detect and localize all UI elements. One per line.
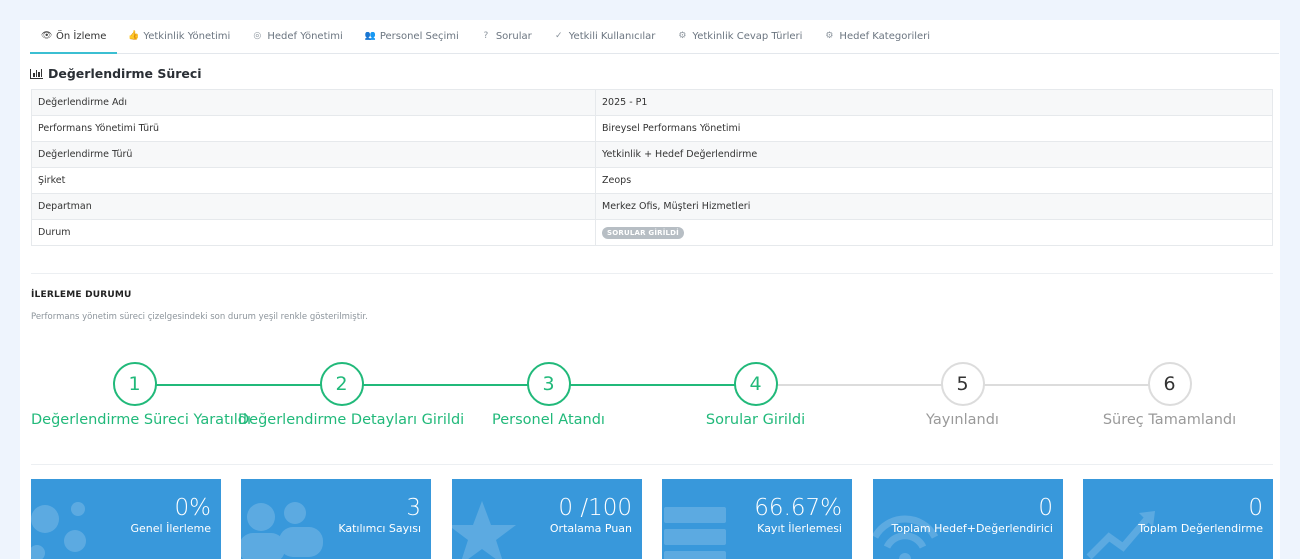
step-circle: 6 <box>1147 362 1192 406</box>
main-panel: 👁 Ön İzleme 👍 Yetkinlik Yönetimi ◎ Hedef… <box>20 20 1280 559</box>
stat-label: Genel İlerleme <box>130 522 211 535</box>
users-icon: 👥 <box>364 31 377 41</box>
stat-value: 66.67% <box>754 495 842 521</box>
table-row: Performans Yönetimi Türü Bireysel Perfor… <box>31 115 1273 142</box>
tab-competency-management[interactable]: 👍 Yetkinlik Yönetimi <box>117 20 241 54</box>
progress-stepper: 1 Değerlendirme Süreci Yaratıldı 2 Değer… <box>31 362 1273 432</box>
question-icon: ? <box>483 31 489 41</box>
server-icon <box>664 507 726 559</box>
row-value: Merkez Ofis, Müşteri Hizmetleri <box>595 193 1273 220</box>
row-key: Durum <box>31 219 596 246</box>
step-circle: 1 <box>112 362 157 406</box>
row-key: Departman <box>31 193 596 220</box>
row-value: SORULAR GİRİLDİ <box>595 219 1273 246</box>
step-label: Sorular Girildi <box>705 412 806 428</box>
thumbs-up-icon: 👍 <box>128 31 140 41</box>
info-table: Değerlendirme Adı 2025 - P1 Performans Y… <box>31 89 1273 246</box>
stat-label: Ortalama Puan <box>549 522 632 535</box>
stat-value: 0 <box>1038 495 1053 521</box>
bar-chart-icon <box>30 68 43 79</box>
status-badge: SORULAR GİRİLDİ <box>602 226 684 239</box>
stat-card-total-evaluations: 0 Toplam Değerlendirme <box>1083 479 1273 559</box>
step-1: 1 Değerlendirme Süreci Yaratıldı <box>31 362 252 428</box>
tab-label: Yetkili Kullanıcılar <box>568 30 656 42</box>
gear-icon: ⚙ <box>825 31 834 41</box>
stat-label: Katılımcı Sayısı <box>338 522 421 535</box>
row-value: Bireysel Performans Yönetimi <box>595 115 1273 142</box>
step-4: 4 Sorular Girildi <box>652 362 859 428</box>
stat-card-total-goal-evaluators: 0 Toplam Hedef+Değerlendirici <box>873 479 1063 559</box>
target-icon: ◎ <box>253 31 262 41</box>
check-circle-icon: ✓ <box>554 31 563 41</box>
section-title-text: Değerlendirme Süreci <box>48 66 202 81</box>
step-label: Değerlendirme Detayları Girildi <box>238 412 465 428</box>
stat-label: Toplam Değerlendirme <box>1138 522 1263 535</box>
tab-bar: 👁 Ön İzleme 👍 Yetkinlik Yönetimi ◎ Hedef… <box>30 20 1279 54</box>
stat-cards: 0% Genel İlerleme 3 Katılımcı Sayısı 0 /… <box>31 479 1273 559</box>
row-key: Şirket <box>31 167 596 194</box>
dots-icon <box>31 502 86 559</box>
tab-label: Personel Seçimi <box>379 30 459 42</box>
tab-competency-answer-types[interactable]: ⚙ Yetkinlik Cevap Türleri <box>666 20 813 54</box>
tab-label: Hedef Yönetimi <box>267 30 343 42</box>
table-row: Şirket Zeops <box>31 167 1273 194</box>
stat-card-record-progress: 66.67% Kayıt İlerlemesi <box>662 479 852 559</box>
tab-label: Yetkinlik Cevap Türleri <box>692 30 803 42</box>
step-3: 3 Personel Atandı <box>445 362 652 428</box>
gear-icon: ⚙ <box>678 31 687 41</box>
stat-card-participants: 3 Katılımcı Sayısı <box>241 479 431 559</box>
table-row: Değerlendirme Adı 2025 - P1 <box>31 89 1273 116</box>
stat-card-overall-progress: 0% Genel İlerleme <box>31 479 221 559</box>
tab-personnel-selection[interactable]: 👥 Personel Seçimi <box>354 20 470 54</box>
table-row: Durum SORULAR GİRİLDİ <box>31 219 1273 246</box>
step-circle: 3 <box>526 362 571 406</box>
stat-label: Toplam Hedef+Değerlendirici <box>891 522 1053 535</box>
tab-goal-categories[interactable]: ⚙ Hedef Kategorileri <box>813 20 941 54</box>
tab-authorized-users[interactable]: ✓ Yetkili Kullanıcılar <box>543 20 667 54</box>
step-5: 5 Yayınlandı <box>859 362 1066 428</box>
row-key: Değerlendirme Adı <box>31 89 596 116</box>
step-circle: 2 <box>319 362 364 406</box>
divider <box>31 273 1273 274</box>
step-label: Yayınlandı <box>926 412 999 428</box>
step-6: 6 Süreç Tamamlandı <box>1066 362 1273 428</box>
stat-card-average-score: 0 /100 Ortalama Puan <box>452 479 642 559</box>
table-row: Departman Merkez Ofis, Müşteri Hizmetler… <box>31 193 1273 220</box>
step-label: Değerlendirme Süreci Yaratıldı <box>31 412 252 428</box>
step-label: Personel Atandı <box>492 412 605 428</box>
tab-questions[interactable]: ? Sorular <box>470 20 543 54</box>
row-key: Performans Yönetimi Türü <box>31 115 596 142</box>
table-row: Değerlendirme Türü Yetkinlik + Hedef Değ… <box>31 141 1273 168</box>
stat-value: 0 /100 <box>558 495 632 521</box>
tab-goal-management[interactable]: ◎ Hedef Yönetimi <box>241 20 353 54</box>
stat-value: 3 <box>406 495 421 521</box>
row-value: Zeops <box>595 167 1273 194</box>
divider <box>31 464 1273 465</box>
row-value: Yetkinlik + Hedef Değerlendirme <box>595 141 1273 168</box>
tab-label: Yetkinlik Yönetimi <box>143 30 231 42</box>
eye-icon: 👁 <box>41 31 53 41</box>
step-label: Süreç Tamamlandı <box>1102 412 1237 428</box>
step-2: 2 Değerlendirme Detayları Girildi <box>238 362 465 428</box>
progress-title: İLERLEME DURUMU <box>31 290 132 300</box>
tab-label: Ön İzleme <box>56 30 107 42</box>
row-value: 2025 - P1 <box>595 89 1273 116</box>
step-circle: 5 <box>940 362 985 406</box>
tab-label: Hedef Kategorileri <box>839 30 931 42</box>
section-title: Değerlendirme Süreci <box>30 66 202 81</box>
row-key: Değerlendirme Türü <box>31 141 596 168</box>
star-icon <box>452 501 516 559</box>
tab-preview[interactable]: 👁 Ön İzleme <box>30 20 118 54</box>
tab-label: Sorular <box>495 30 532 42</box>
progress-description: Performans yönetim süreci çizelgesindeki… <box>31 312 368 322</box>
step-circle: 4 <box>733 362 778 406</box>
users-icon <box>241 502 323 559</box>
stat-value: 0% <box>174 495 212 521</box>
stat-value: 0 <box>1248 495 1263 521</box>
stat-label: Kayıt İlerlemesi <box>757 522 842 535</box>
